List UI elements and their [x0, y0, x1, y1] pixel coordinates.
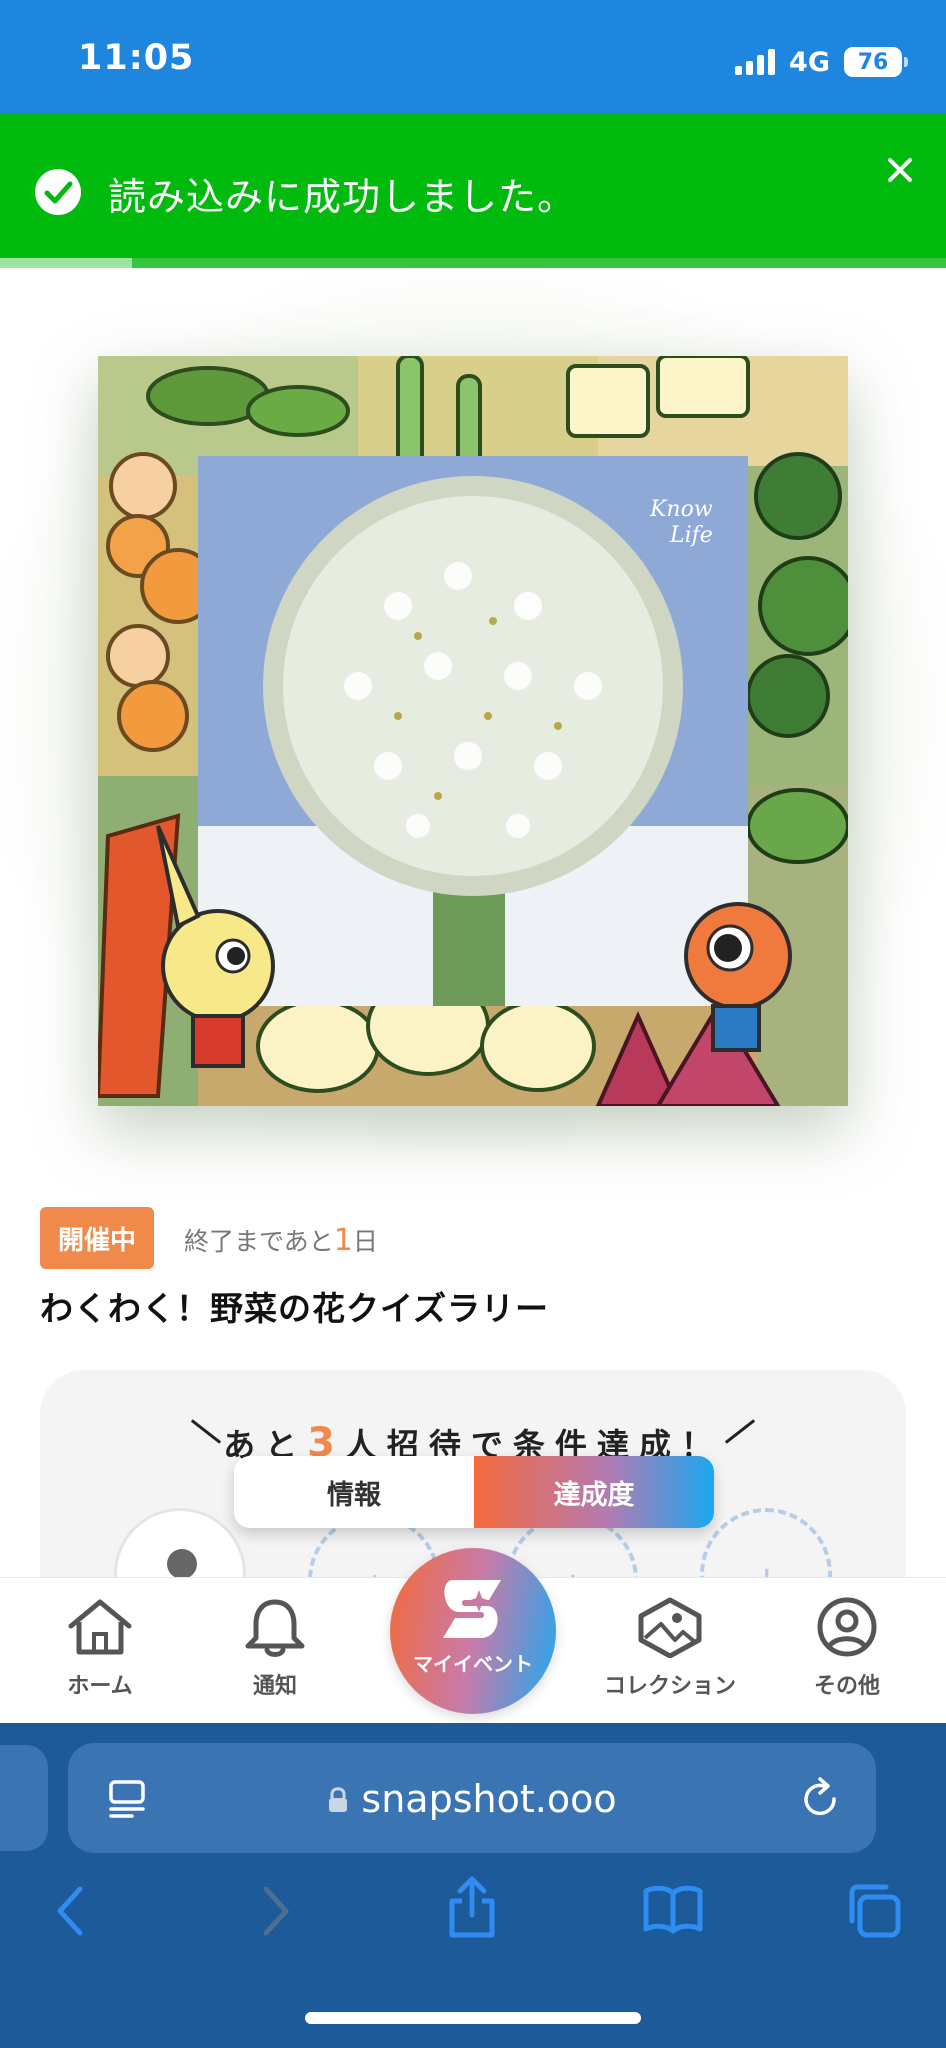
image-logo: Know: [649, 497, 713, 522]
status-time: 11:05: [78, 38, 195, 78]
remaining-days: 終了まであと1日: [184, 1222, 378, 1258]
tab-home[interactable]: ホーム: [20, 1596, 180, 1700]
signal-icon: [735, 49, 776, 75]
info-achievement-toggle: 情報 達成度: [234, 1456, 714, 1528]
avatar-icon: [167, 1549, 197, 1579]
bookmarks-icon[interactable]: [642, 1883, 704, 1935]
tab-info[interactable]: 情報: [234, 1456, 474, 1528]
forward-icon[interactable]: [258, 1885, 294, 1937]
bell-icon: [245, 1599, 305, 1657]
tab-other-label: その他: [813, 1674, 880, 1699]
network-label: 4G: [789, 46, 830, 78]
lock-icon: [329, 1787, 348, 1812]
toast-message: 読み込みに成功しました。: [108, 175, 577, 219]
success-toast: 読み込みに成功しました。: [0, 114, 946, 268]
tab-collection-label: コレクション: [603, 1674, 736, 1699]
collection-icon: [638, 1597, 702, 1659]
event-image[interactable]: Know Life: [98, 356, 848, 1106]
brand-s-icon: [443, 1580, 501, 1638]
previous-tab-peek[interactable]: [0, 1745, 48, 1851]
account-icon: [817, 1597, 877, 1657]
check-circle-icon: [34, 168, 82, 220]
back-icon[interactable]: [52, 1885, 88, 1937]
url-text: snapshot.ooo: [361, 1777, 617, 1821]
url-display: snapshot.ooo: [68, 1777, 876, 1821]
my-events-button[interactable]: マイイベント: [390, 1548, 556, 1714]
tab-other[interactable]: その他: [767, 1596, 927, 1700]
remaining-prefix: 終了まであと: [184, 1227, 334, 1256]
tab-home-label: ホーム: [67, 1674, 133, 1699]
home-indicator: [305, 2012, 641, 2024]
status-bar: 11:05 4G 76: [0, 0, 946, 114]
status-indicators: 4G 76: [735, 44, 908, 80]
toast-progress-fill: [0, 258, 133, 268]
tab-notifications-label: 通知: [252, 1674, 297, 1699]
reload-icon[interactable]: [800, 1777, 842, 1821]
status-badge: 開催中: [40, 1207, 154, 1269]
share-icon[interactable]: [446, 1875, 498, 1939]
event-title: わくわく！野菜の花クイズラリー: [40, 1289, 550, 1328]
browser-chrome: snapshot.ooo: [0, 1723, 946, 2048]
remaining-number: 1: [333, 1223, 353, 1258]
my-events-label: マイイベント: [413, 1652, 533, 1676]
toast-progress-bar: [0, 258, 946, 268]
tab-achievement[interactable]: 達成度: [474, 1456, 714, 1528]
home-icon: [68, 1599, 132, 1655]
close-icon[interactable]: [874, 144, 926, 196]
tab-notifications[interactable]: 通知: [195, 1596, 355, 1700]
svg-text:Life: Life: [669, 523, 713, 548]
address-bar[interactable]: snapshot.ooo: [68, 1743, 876, 1853]
remaining-suffix: 日: [352, 1227, 378, 1256]
tab-collection[interactable]: コレクション: [590, 1596, 750, 1700]
battery-icon: 76: [844, 47, 908, 77]
tabs-icon[interactable]: [844, 1881, 902, 1939]
